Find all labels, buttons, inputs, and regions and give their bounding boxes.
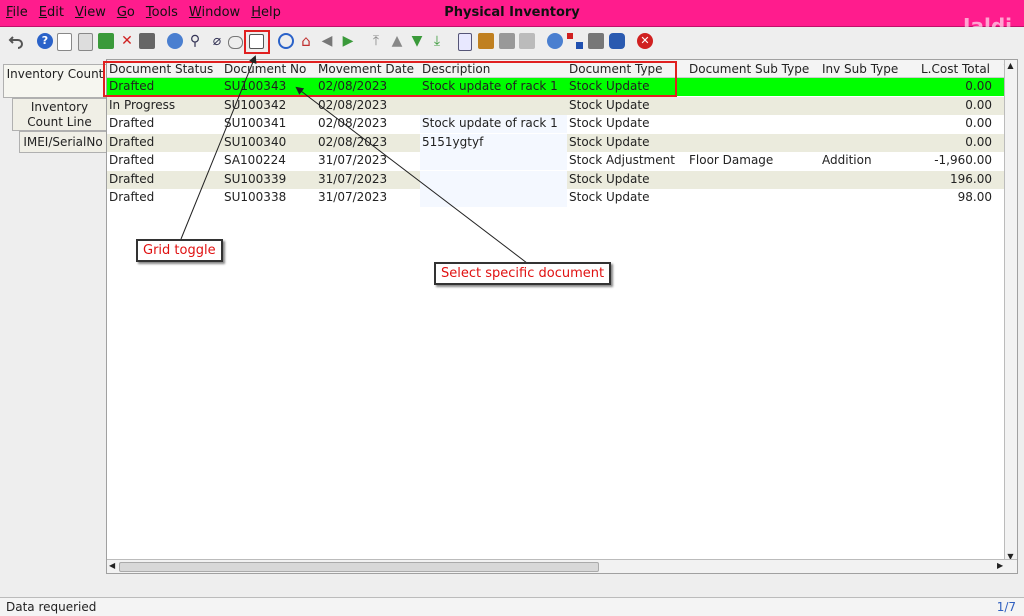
status-bar: Data requeried 1/7 <box>0 597 1024 616</box>
grid-toggle-arrow <box>180 55 257 240</box>
grid-toggle-callout: Grid toggle <box>136 239 223 262</box>
record-counter[interactable]: 1/7 <box>997 600 1016 614</box>
annotation-arrows <box>180 55 528 264</box>
status-message: Data requeried <box>6 600 97 614</box>
select-document-arrow <box>295 86 528 264</box>
select-document-callout: Select specific document <box>434 262 612 285</box>
